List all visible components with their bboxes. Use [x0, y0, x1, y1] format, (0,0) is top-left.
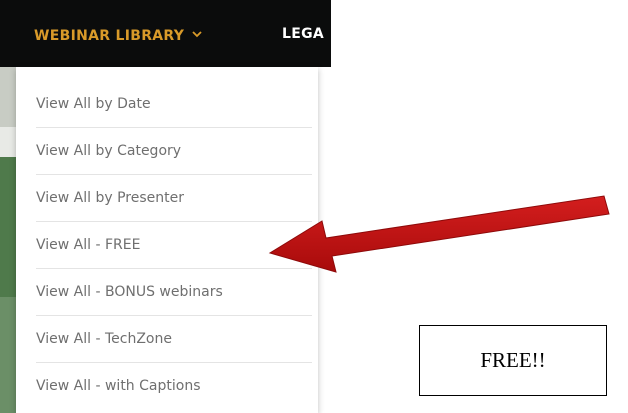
free-callout-text: FREE!!: [480, 348, 546, 372]
free-callout-box: FREE!!: [419, 325, 607, 396]
